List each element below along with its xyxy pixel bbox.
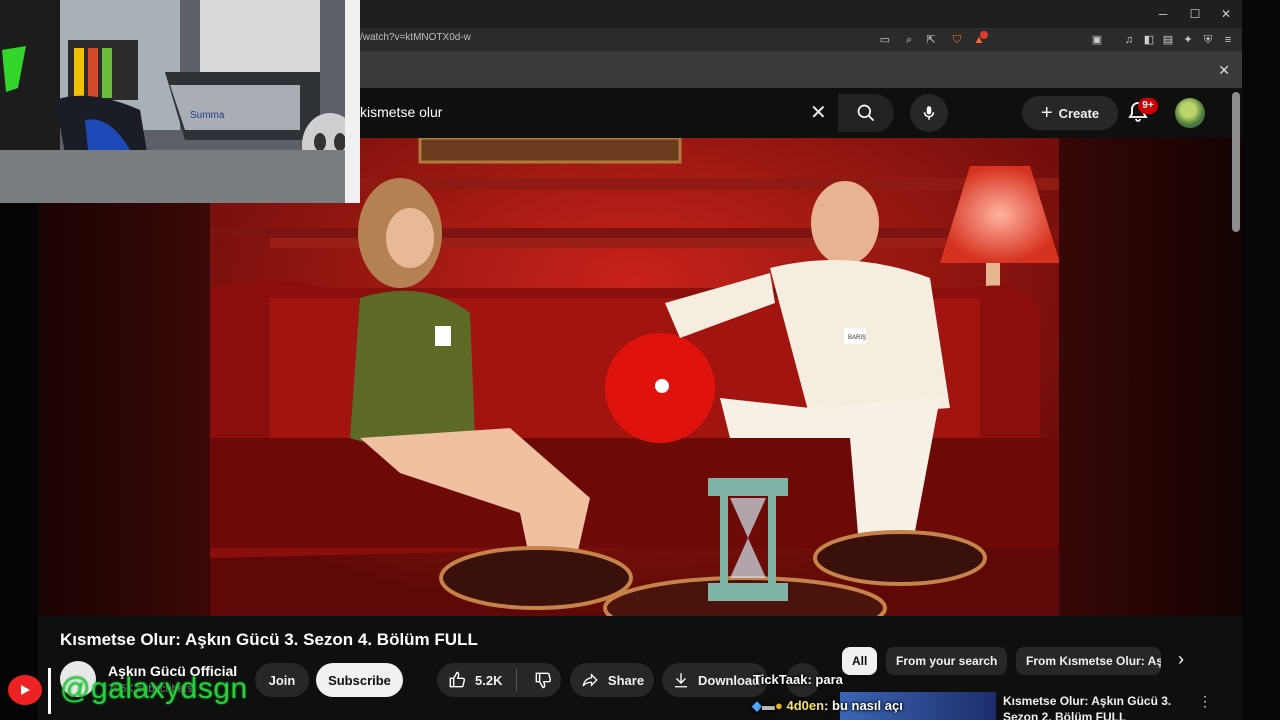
rewards-badge	[980, 31, 988, 39]
music-icon[interactable]: ♫	[1122, 33, 1136, 47]
zoom-icon[interactable]: ⌕	[902, 33, 916, 47]
chevron-right-icon[interactable]: ›	[1178, 649, 1184, 670]
cast-icon[interactable]: ▭	[878, 33, 892, 47]
download-label: Download	[698, 672, 761, 688]
name-tag-right: BARIŞ	[848, 335, 866, 341]
watermark-divider	[48, 668, 51, 714]
chat-badge-icon: ◆	[752, 698, 762, 713]
wallet-icon[interactable]: ▤	[1161, 33, 1175, 47]
infobar-close-icon[interactable]: ✕	[1218, 62, 1230, 79]
chat-username: TickTaak	[753, 672, 808, 687]
chat-message: TickTaak: para	[753, 672, 843, 687]
like-count: 5.2K	[475, 672, 503, 688]
share-icon[interactable]: ⇱	[924, 33, 938, 47]
page-scrollbar[interactable]	[1232, 92, 1240, 232]
youtube-header: kismetse olur ✕ + Create 9+	[360, 88, 1242, 138]
channel-watermark: @galaxydsgn	[60, 672, 248, 705]
chat-text: : bu nasıl açı	[824, 698, 903, 713]
menu-icon[interactable]: ≡	[1221, 33, 1235, 47]
search-clear-icon[interactable]: ✕	[810, 100, 827, 125]
search-icon	[857, 104, 875, 122]
chip-all[interactable]: All	[842, 647, 878, 675]
create-label: Create	[1058, 105, 1100, 121]
voice-search-button[interactable]	[910, 94, 948, 132]
share-label: Share	[607, 672, 645, 688]
brave-shield-icon[interactable]: ⛉	[950, 33, 964, 47]
chat-badge-icon: ▬	[762, 698, 775, 713]
webcam-overlay: Summa	[0, 0, 360, 203]
divider	[516, 669, 518, 691]
create-button[interactable]: + Create	[1022, 96, 1118, 130]
chip-from-search[interactable]: From your search	[886, 647, 1008, 675]
like-button[interactable]: 5.2K	[447, 670, 502, 690]
share-arrow-icon	[582, 673, 598, 687]
video-blur-right	[1059, 138, 1242, 616]
recommendation-title[interactable]: Kısmetse Olur: Aşkın Gücü 3. Sezon 2. Bö…	[1003, 693, 1183, 720]
minimize-button[interactable]: ─	[1148, 4, 1178, 24]
chat-text: : para	[807, 672, 843, 687]
chat-message: ◆▬● 4d0en: bu nasıl açı	[752, 698, 903, 714]
video-title: Kısmetse Olur: Aşkın Gücü 3. Sezon 4. Bö…	[60, 630, 478, 649]
share-button[interactable]: Share	[570, 663, 654, 697]
join-button[interactable]: Join	[255, 663, 309, 697]
address-bar[interactable]: /watch?v=ktMNOTX0d-w ▭ ⌕ ⇱ ⛉ ▲ ▣ ♫ ◧ ▤ ✦…	[360, 28, 1242, 52]
sidebar-icon[interactable]: ◧	[1142, 33, 1156, 47]
like-dislike-group: 5.2K	[437, 663, 561, 697]
thumbs-up-icon	[449, 671, 466, 688]
maximize-button[interactable]: ☐	[1180, 4, 1210, 24]
plotter-brand-logo: Summa	[190, 110, 225, 121]
search-button[interactable]	[838, 94, 894, 132]
join-label: Join	[268, 672, 296, 688]
thumbs-down-icon[interactable]	[533, 670, 553, 690]
close-window-button[interactable]: ✕	[1211, 4, 1241, 24]
browser-titlebar: ─ ☐ ✕	[360, 0, 1242, 28]
webcam-scene: Summa	[0, 0, 360, 203]
desktop-edge	[1242, 0, 1280, 720]
account-avatar[interactable]	[1175, 98, 1205, 128]
reader-icon[interactable]: ▣	[1090, 33, 1104, 47]
browser-infobar: ✕	[360, 52, 1242, 88]
microphone-icon	[923, 106, 935, 120]
kebab-menu-icon[interactable]: ⋮	[1198, 693, 1212, 710]
chat-badge-icon: ●	[775, 698, 783, 713]
url-text[interactable]: /watch?v=ktMNOTX0d-w	[360, 32, 471, 43]
vpn-icon[interactable]: ⛨	[1201, 33, 1215, 47]
youtube-logo-icon	[8, 675, 42, 705]
chat-username: 4d0en	[786, 698, 825, 713]
subscribe-label: Subscribe	[328, 672, 391, 688]
subscribe-button[interactable]: Subscribe	[316, 663, 403, 697]
leo-icon[interactable]: ✦	[1181, 33, 1195, 47]
video-frame[interactable]: BARIŞ	[210, 138, 1059, 616]
video-player[interactable]: BARIŞ	[38, 138, 1242, 616]
search-input[interactable]: kismetse olur	[360, 104, 442, 120]
chip-from-series[interactable]: From Kısmetse Olur: Aşkın Gücü	[1016, 647, 1161, 675]
screen: ─ ☐ ✕ /watch?v=ktMNOTX0d-w ▭ ⌕ ⇱ ⛉ ▲ ▣ ♫…	[0, 0, 1280, 720]
video-scene: BARIŞ	[210, 138, 1059, 616]
notification-count-badge: 9+	[1138, 98, 1158, 114]
play-icon	[21, 685, 30, 695]
plus-icon: +	[1040, 101, 1053, 124]
video-blur-left	[38, 138, 210, 616]
download-icon	[675, 673, 687, 688]
